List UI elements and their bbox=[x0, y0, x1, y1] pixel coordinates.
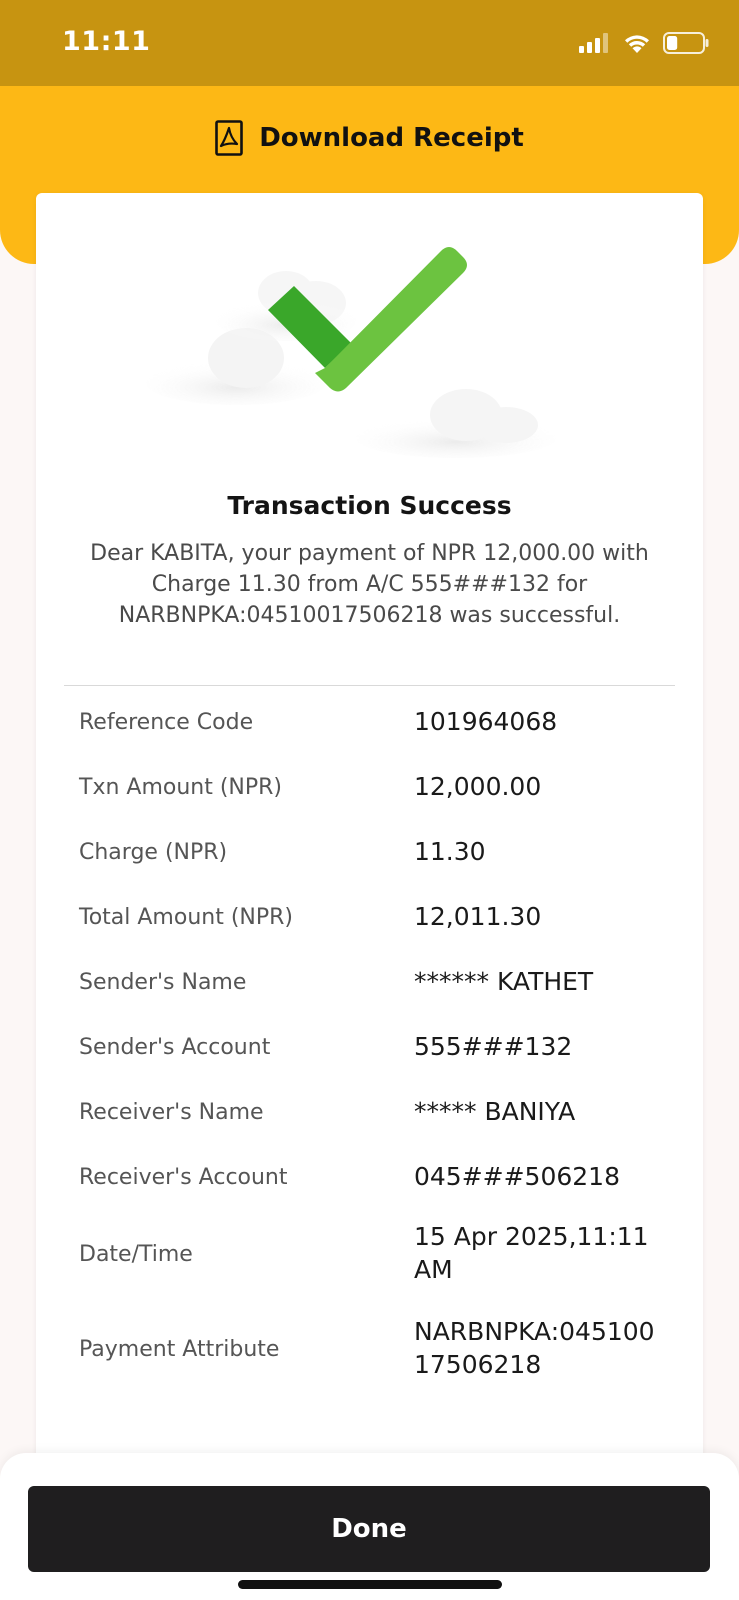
detail-label: Receiver's Name bbox=[79, 1100, 264, 1125]
battery-icon bbox=[663, 32, 709, 54]
done-button[interactable]: Done bbox=[28, 1486, 710, 1572]
detail-label: Charge (NPR) bbox=[79, 840, 228, 865]
detail-value: 045###506218 bbox=[414, 1162, 620, 1191]
download-receipt-button[interactable]: Download Receipt bbox=[0, 120, 739, 156]
success-illustration bbox=[36, 193, 703, 483]
detail-label: Sender's Name bbox=[79, 970, 247, 995]
detail-value: 12,011.30 bbox=[414, 902, 542, 931]
status-icons bbox=[579, 32, 709, 54]
detail-label: Payment Attribute bbox=[79, 1337, 280, 1362]
detail-value: ***** BANIYA bbox=[414, 1097, 576, 1126]
done-label: Done bbox=[331, 1514, 407, 1544]
detail-label: Date/Time bbox=[79, 1242, 193, 1267]
detail-label: Sender's Account bbox=[79, 1035, 271, 1060]
detail-value: 555###132 bbox=[414, 1032, 573, 1061]
detail-value: 15 Apr 2025,11:11 AM bbox=[414, 1222, 649, 1284]
detail-label: Reference Code bbox=[79, 710, 254, 735]
detail-value: 11.30 bbox=[414, 837, 486, 866]
bottom-action-sheet: Done bbox=[0, 1453, 739, 1600]
transaction-status-title: Transaction Success bbox=[227, 491, 512, 520]
detail-label: Receiver's Account bbox=[79, 1165, 288, 1190]
detail-value: 12,000.00 bbox=[414, 772, 542, 801]
detail-value: 101964068 bbox=[414, 707, 558, 736]
pdf-file-icon bbox=[215, 120, 243, 156]
cellular-signal-icon bbox=[579, 33, 608, 53]
wifi-icon bbox=[625, 34, 649, 53]
home-indicator[interactable] bbox=[238, 1580, 502, 1589]
download-receipt-label: Download Receipt bbox=[259, 123, 524, 153]
detail-value: NARBNPKA:04510017506218 bbox=[414, 1317, 655, 1379]
divider bbox=[64, 685, 675, 686]
receipt-card: Transaction Success Dear KABITA, your pa… bbox=[36, 193, 703, 1463]
detail-value: ****** KATHET bbox=[414, 967, 594, 996]
detail-label: Txn Amount (NPR) bbox=[79, 775, 283, 800]
detail-label: Total Amount (NPR) bbox=[79, 905, 293, 930]
status-bar: 11:11 bbox=[0, 0, 739, 86]
status-time: 11:11 bbox=[62, 26, 151, 57]
transaction-message: Dear KABITA, your payment of NPR 12,000.… bbox=[90, 541, 649, 628]
